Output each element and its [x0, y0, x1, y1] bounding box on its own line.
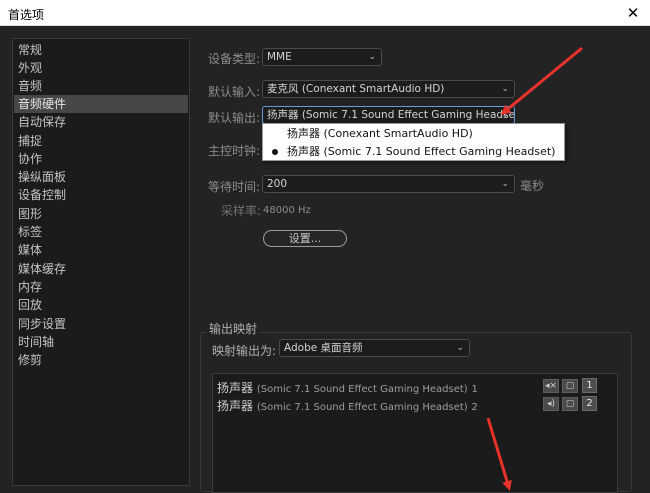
settings-button[interactable]: 设置... [263, 230, 347, 247]
option-label: 扬声器 (Somic 7.1 Sound Effect Gaming Heads… [287, 145, 556, 158]
sidebar-item-audio-hardware[interactable]: 音频硬件 [14, 95, 188, 113]
latency-unit: 毫秒 [520, 179, 545, 193]
dropdown-caret-icon: ⌄ [501, 84, 509, 94]
sidebar-item-audio[interactable]: 音频 [14, 77, 188, 95]
default-output-label: 默认输出: [208, 111, 261, 125]
selected-bullet-icon [272, 149, 278, 155]
sidebar-item-memory[interactable]: 内存 [14, 278, 188, 296]
sidebar-item-timeline[interactable]: 时间轴 [14, 333, 188, 351]
latency-value: 200 [267, 178, 288, 190]
sidebar-item-playback[interactable]: 回放 [14, 296, 188, 314]
sidebar-item-auto-save[interactable]: 自动保存 [14, 113, 188, 131]
map-output-select[interactable]: Adobe 桌面音频 ⌄ [279, 339, 470, 357]
device-class-value: MME [267, 51, 292, 63]
window-title: 首选项 [8, 8, 45, 22]
channel-number-badge[interactable]: 2 [582, 396, 597, 411]
sidebar-item-device-control[interactable]: 设备控制 [14, 186, 188, 204]
channel-device-main: 扬声器 [217, 399, 254, 413]
monitor-frame-icon[interactable]: ▢ [562, 379, 578, 393]
default-input-select[interactable]: 麦克风 (Conexant SmartAudio HD) ⌄ [262, 80, 515, 98]
default-output-value: 扬声器 (Somic 7.1 Sound Effect Gaming Heads… [267, 109, 515, 121]
channel-device-name: (Somic 7.1 Sound Effect Gaming Headset) [256, 384, 468, 395]
map-output-label: 映射输出为: [212, 344, 277, 358]
channel-device-main: 扬声器 [217, 381, 254, 395]
channel-index: 1 [471, 384, 478, 395]
list-item[interactable]: 扬声器 (Somic 7.1 Sound Effect Gaming Heads… [217, 379, 478, 395]
sidebar-item-appearance[interactable]: 外观 [14, 59, 188, 77]
map-output-value: Adobe 桌面音频 [284, 342, 363, 354]
sidebar-item-general[interactable]: 常规 [14, 41, 188, 59]
sample-rate-value: 48000 Hz [263, 205, 311, 216]
channel-device-name: (Somic 7.1 Sound Effect Gaming Headset) [256, 402, 468, 413]
channel-number-badge[interactable]: 1 [582, 378, 597, 393]
sidebar-item-collaboration[interactable]: 协作 [14, 150, 188, 168]
title-bar: 首选项 ✕ [0, 0, 650, 26]
speaker-icon[interactable]: ◂) [543, 397, 559, 411]
preferences-category-list: 常规 外观 音频 音频硬件 自动保存 捕捉 协作 操纵面板 设备控制 图形 标签… [12, 38, 190, 486]
sidebar-item-graphics[interactable]: 图形 [14, 205, 188, 223]
latency-label: 等待时间: [208, 180, 261, 194]
dropdown-option[interactable]: 扬声器 (Conexant SmartAudio HD) [263, 125, 564, 143]
channel-index: 2 [471, 402, 478, 413]
close-icon[interactable]: ✕ [622, 2, 644, 24]
sidebar-item-media[interactable]: 媒体 [14, 241, 188, 259]
dropdown-option-selected[interactable]: 扬声器 (Somic 7.1 Sound Effect Gaming Heads… [263, 143, 564, 161]
sidebar-item-sync-settings[interactable]: 同步设置 [14, 315, 188, 333]
latency-select[interactable]: 200 ⌄ [262, 175, 515, 193]
output-mapping-title: 输出映射 [207, 320, 260, 337]
speaker-mute-icon[interactable]: ◂× [543, 379, 559, 393]
default-output-select[interactable]: 扬声器 (Somic 7.1 Sound Effect Gaming Heads… [262, 106, 515, 124]
option-label: 扬声器 (Conexant SmartAudio HD) [287, 127, 473, 140]
default-input-value: 麦克风 (Conexant SmartAudio HD) [267, 83, 445, 95]
device-class-select[interactable]: MME ⌄ [262, 48, 382, 66]
dropdown-caret-icon: ⌄ [368, 52, 376, 62]
sample-rate-label: 采样率: [221, 204, 262, 218]
device-class-label: 设备类型: [208, 52, 261, 66]
sidebar-item-labels[interactable]: 标签 [14, 223, 188, 241]
sidebar-item-media-cache[interactable]: 媒体缓存 [14, 260, 188, 278]
list-item[interactable]: 扬声器 (Somic 7.1 Sound Effect Gaming Heads… [217, 397, 478, 413]
dropdown-caret-icon: ⌄ [501, 110, 509, 120]
dropdown-caret-icon: ⌄ [501, 179, 509, 189]
default-input-label: 默认输入: [208, 85, 261, 99]
sidebar-item-trim[interactable]: 修剪 [14, 351, 188, 369]
master-clock-label: 主控时钟: [208, 144, 261, 158]
sidebar-item-capture[interactable]: 捕捉 [14, 132, 188, 150]
dropdown-caret-icon: ⌄ [456, 343, 464, 353]
sidebar-item-control-surface[interactable]: 操纵面板 [14, 168, 188, 186]
monitor-frame-icon[interactable]: ▢ [562, 397, 578, 411]
default-output-dropdown-list: 扬声器 (Conexant SmartAudio HD) 扬声器 (Somic … [262, 123, 565, 161]
annotation-arrow [500, 46, 583, 115]
